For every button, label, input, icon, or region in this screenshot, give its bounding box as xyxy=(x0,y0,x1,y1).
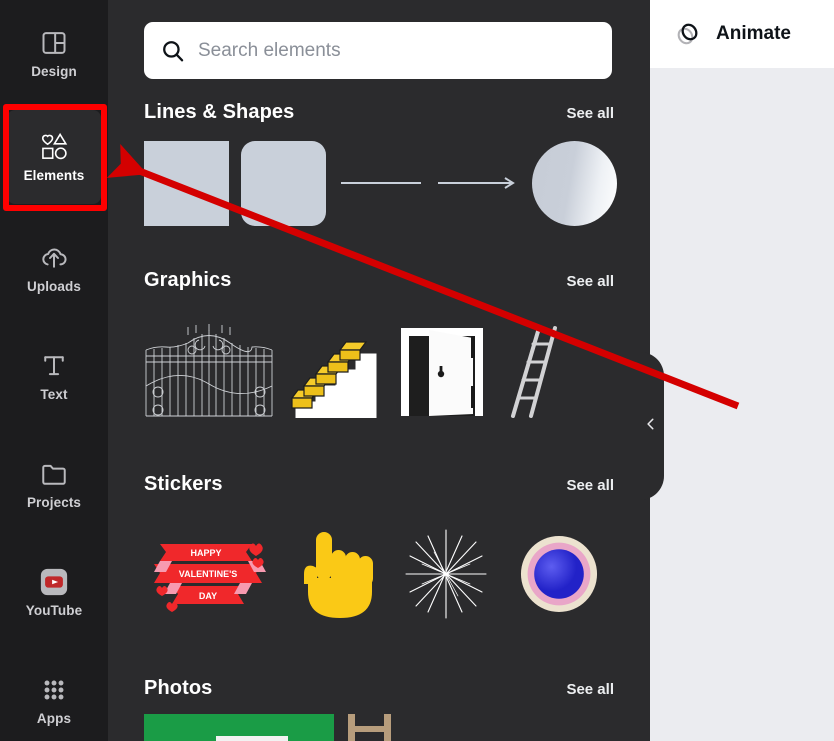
folder-icon xyxy=(39,459,69,489)
cloud-upload-icon xyxy=(39,243,69,273)
sidebar-item-uploads[interactable]: Uploads xyxy=(7,228,101,308)
animate-circles-icon xyxy=(672,18,704,50)
design-canvas-area[interactable] xyxy=(650,0,834,741)
canva-editor-window: Animate Lines & Shapes See all xyxy=(0,0,834,741)
element-metal-ladder-graphic[interactable] xyxy=(497,324,577,418)
youtube-icon xyxy=(39,567,69,597)
section-title: Lines & Shapes xyxy=(144,101,295,123)
sidebar-item-youtube[interactable]: YouTube xyxy=(7,552,101,632)
shapes-icon xyxy=(39,132,69,162)
element-square-sharp[interactable] xyxy=(144,140,229,226)
section-header-photos: Photos See all xyxy=(144,677,614,700)
sidebar-item-label: Apps xyxy=(36,710,72,726)
elements-panel: Lines & Shapes See all xyxy=(108,0,650,741)
sidebar-item-design[interactable]: Design xyxy=(7,13,101,93)
design-layout-icon xyxy=(39,28,69,58)
sidebar-item-label: YouTube xyxy=(25,602,83,618)
row-stickers: HAPPY VALENTINE'S DAY xyxy=(144,528,602,620)
animate-button-label[interactable]: Animate xyxy=(716,23,791,45)
search-icon xyxy=(158,36,188,66)
grid-dots-icon xyxy=(39,675,69,705)
element-wooden-ladder-photo[interactable] xyxy=(344,714,396,741)
row-photos xyxy=(144,714,396,741)
section-header-lines-shapes: Lines & Shapes See all xyxy=(144,101,614,124)
section-title: Photos xyxy=(144,677,213,699)
sidebar-item-apps[interactable]: Apps xyxy=(7,660,101,740)
sidebar-item-label: Projects xyxy=(26,494,82,510)
section-header-graphics: Graphics See all xyxy=(144,269,614,292)
collapse-panel-button[interactable] xyxy=(640,352,664,500)
left-sidebar-rail: Design Elements Uploads Text Projects Yo… xyxy=(0,0,108,741)
element-yellow-stairs-graphic[interactable] xyxy=(284,324,389,418)
search-elements-bar[interactable] xyxy=(144,22,612,79)
section-header-stickers: Stickers See all xyxy=(144,473,614,496)
element-green-photo[interactable] xyxy=(144,714,334,741)
editor-topbar: Animate xyxy=(650,0,834,68)
element-line-arrow[interactable] xyxy=(435,141,520,226)
chevron-left-icon xyxy=(646,417,658,436)
sidebar-item-projects[interactable]: Projects xyxy=(7,444,101,524)
sidebar-item-label: Elements xyxy=(23,167,85,183)
sticker-line-2: VALENTINE'S xyxy=(179,569,237,579)
element-open-door-graphic[interactable] xyxy=(399,324,487,418)
see-all-lines-shapes[interactable]: See all xyxy=(566,105,614,122)
element-line-plain[interactable] xyxy=(338,141,423,226)
element-circle-gradient[interactable] xyxy=(532,140,617,226)
sticker-line-3: DAY xyxy=(199,591,217,601)
sidebar-item-text[interactable]: Text xyxy=(7,336,101,416)
row-graphics xyxy=(144,324,577,418)
element-pointing-hand-sticker[interactable] xyxy=(290,528,382,620)
sidebar-item-elements[interactable]: Elements xyxy=(7,110,101,204)
element-square-rounded[interactable] xyxy=(241,140,326,226)
sidebar-item-label: Text xyxy=(40,386,68,402)
see-all-photos[interactable]: See all xyxy=(566,681,614,698)
element-iron-gate-graphic[interactable] xyxy=(144,324,274,418)
row-lines-shapes xyxy=(144,138,617,228)
sidebar-item-label: Uploads xyxy=(27,278,81,294)
element-white-sparkle-burst-sticker[interactable] xyxy=(400,528,492,620)
sidebar-item-label: Design xyxy=(31,63,77,79)
text-t-icon xyxy=(39,351,69,381)
see-all-graphics[interactable]: See all xyxy=(566,273,614,290)
sticker-line-1: HAPPY xyxy=(190,548,221,558)
see-all-stickers[interactable]: See all xyxy=(566,477,614,494)
search-input[interactable] xyxy=(198,39,598,62)
section-title: Graphics xyxy=(144,269,232,291)
element-blue-pink-flower-sticker[interactable] xyxy=(510,528,602,620)
section-title: Stickers xyxy=(144,473,223,495)
element-happy-valentines-day-banner-sticker[interactable]: HAPPY VALENTINE'S DAY xyxy=(144,528,272,620)
